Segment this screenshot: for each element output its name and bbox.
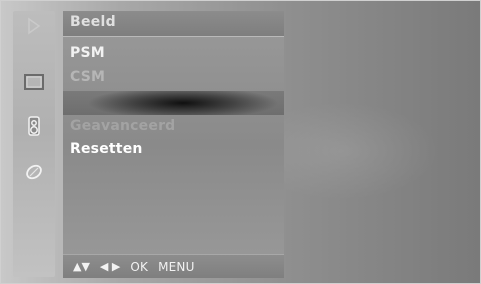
hint-left-right: ◀ ▶: [100, 261, 120, 272]
left-right-arrows-icon: ◀ ▶: [99, 260, 121, 273]
ok-label: OK: [130, 259, 149, 274]
tv-screen: Beeld PSM CSM Geavanceerd Resetten ▲▼ ◀ …: [0, 0, 481, 284]
hint-menu: MENU: [158, 261, 195, 273]
hint-ok: OK: [130, 261, 148, 273]
sound-icon[interactable]: [23, 115, 45, 137]
option-icon[interactable]: [23, 161, 45, 183]
hint-up-down: ▲▼: [73, 261, 90, 272]
menu-item-csm[interactable]: CSM: [70, 69, 105, 85]
up-down-arrows-icon: ▲▼: [73, 260, 90, 273]
menu-highlight-smear: [63, 91, 284, 115]
picture-menu-panel: Beeld PSM CSM Geavanceerd Resetten ▲▼ ◀ …: [63, 11, 284, 278]
menu-item-resetten[interactable]: Resetten: [70, 141, 143, 157]
picture-icon[interactable]: [23, 71, 45, 93]
menu-label: MENU: [158, 259, 195, 274]
nav-icon: [23, 15, 45, 37]
footer-hints: ▲▼ ◀ ▶ OK MENU: [63, 254, 284, 278]
menu-title-bar: Beeld: [63, 11, 284, 37]
menu-item-psm[interactable]: PSM: [70, 45, 105, 61]
menu-title: Beeld: [70, 14, 116, 30]
menu-item-geavanceerd[interactable]: Geavanceerd: [70, 118, 175, 134]
menu-icon-rail: [13, 11, 55, 277]
